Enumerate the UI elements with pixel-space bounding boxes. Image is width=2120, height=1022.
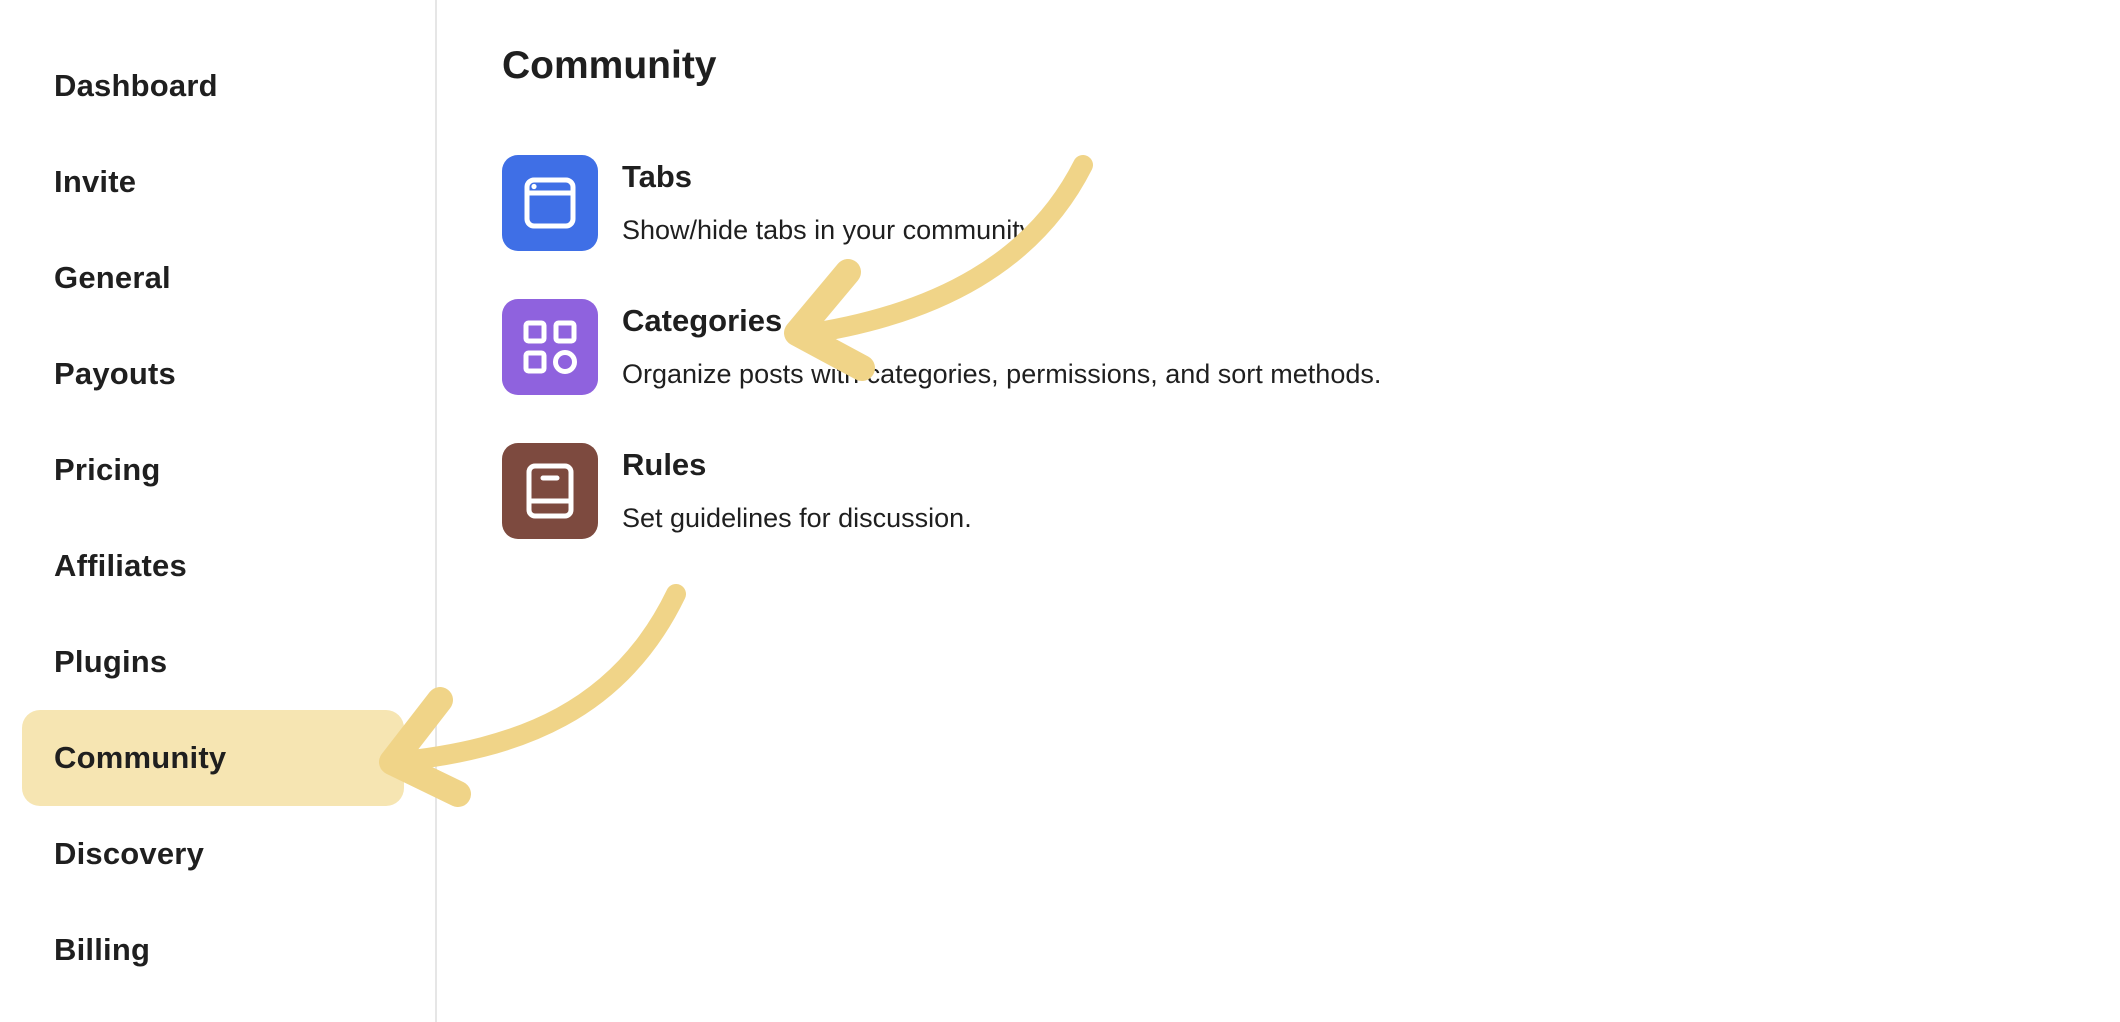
sidebar: Dashboard Invite General Payouts Pricing…: [0, 0, 437, 1022]
setting-row-categories[interactable]: Categories Organize posts with categorie…: [502, 299, 1602, 399]
sidebar-item-label: Community: [54, 740, 227, 775]
page-title: Community: [502, 44, 717, 87]
sidebar-item-label: General: [54, 260, 171, 295]
setting-row-tabs[interactable]: Tabs Show/hide tabs in your community.: [502, 155, 1602, 255]
sidebar-item-affiliates[interactable]: Affiliates: [22, 518, 404, 614]
sidebar-item-label: Billing: [54, 932, 151, 967]
sidebar-item-billing[interactable]: Billing: [22, 902, 404, 998]
sidebar-item-community[interactable]: Community: [22, 710, 404, 806]
sidebar-item-label: Dashboard: [54, 68, 218, 103]
sidebar-item-payouts[interactable]: Payouts: [22, 326, 404, 422]
sidebar-item-dashboard[interactable]: Dashboard: [22, 38, 404, 134]
sidebar-item-label: Discovery: [54, 836, 205, 871]
categories-grid-icon: [502, 299, 598, 395]
setting-title: Rules: [622, 447, 707, 482]
app-window: Dashboard Invite General Payouts Pricing…: [0, 0, 2120, 1022]
book-icon: [502, 443, 598, 539]
sidebar-item-label: Affiliates: [54, 548, 187, 583]
sidebar-item-pricing[interactable]: Pricing: [22, 422, 404, 518]
sidebar-item-label: Pricing: [54, 452, 161, 487]
browser-window-icon: [502, 155, 598, 251]
sidebar-item-plugins[interactable]: Plugins: [22, 614, 404, 710]
setting-title: Tabs: [622, 159, 693, 194]
sidebar-item-invite[interactable]: Invite: [22, 134, 404, 230]
sidebar-item-discovery[interactable]: Discovery: [22, 806, 404, 902]
setting-description: Organize posts with categories, permissi…: [622, 359, 1382, 389]
sidebar-item-label: Plugins: [54, 644, 168, 679]
setting-description: Set guidelines for discussion.: [622, 503, 972, 533]
sidebar-item-label: Invite: [54, 164, 137, 199]
main-content: Community Tabs Show/hide tabs in your co…: [502, 0, 2120, 1022]
setting-description: Show/hide tabs in your community.: [622, 215, 1039, 245]
setting-title: Categories: [622, 303, 783, 338]
sidebar-item-general[interactable]: General: [22, 230, 404, 326]
setting-row-rules[interactable]: Rules Set guidelines for discussion.: [502, 443, 1602, 543]
sidebar-item-label: Payouts: [54, 356, 176, 391]
